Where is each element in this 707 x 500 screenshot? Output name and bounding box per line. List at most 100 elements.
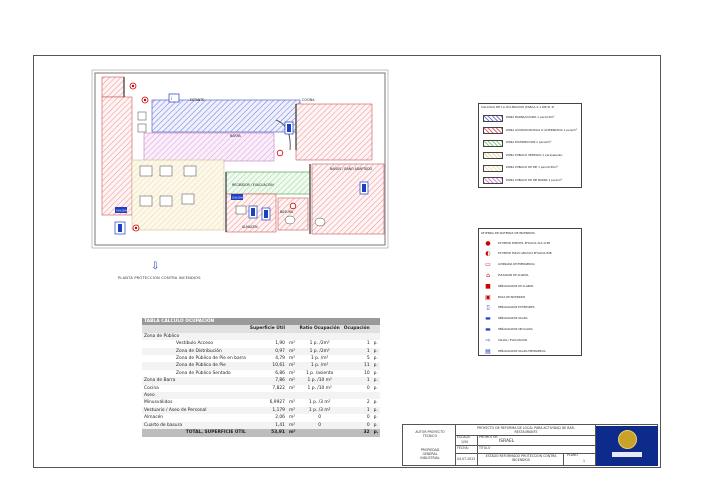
table-cell-ratio: 1 p. /m² bbox=[310, 356, 329, 362]
table-row: Cocina 7,822 m² 1 p. /10 m² 0 p. bbox=[142, 385, 380, 392]
table-cell-unit: m² bbox=[286, 377, 298, 385]
table-cell-ratio: 0 bbox=[297, 421, 342, 430]
table-cell-name: Aseo bbox=[142, 392, 248, 400]
table-cell-ratio: 1 p. /asiento bbox=[305, 370, 334, 376]
table-cell-ratio bbox=[297, 392, 342, 400]
table-cell-ocu bbox=[341, 332, 372, 341]
table-cell-unit bbox=[286, 332, 298, 341]
table-cell-p bbox=[371, 392, 381, 400]
symbol-legend-text: SEÑALIZACION EXTINTORES bbox=[498, 306, 535, 310]
table-cell-unit: m² bbox=[288, 385, 296, 391]
table-row: Minusválidos 6,9927 m² 1 p. /3 m² 2 p. bbox=[142, 399, 380, 406]
col-header: Ratio Ocupación bbox=[297, 325, 342, 333]
label-basura: BASURA bbox=[280, 210, 293, 214]
zone-swatch bbox=[483, 152, 503, 159]
table-cell-ocu: 0 bbox=[366, 415, 370, 421]
zone-bar-public bbox=[143, 132, 275, 162]
emergency-light-icon: ▭ bbox=[485, 261, 491, 269]
table-row: Vestuario / Aseo de Personal 1,179 m² 1 p. … bbox=[142, 406, 381, 415]
occupancy-table: TABLA CÁLCULO OCUPACIÓN Superficie Útil … bbox=[142, 318, 381, 437]
zone-swatch bbox=[483, 177, 503, 184]
total-unit: m² bbox=[286, 429, 298, 437]
titulo-label: TITULO bbox=[479, 446, 491, 450]
svg-text:i: i bbox=[171, 96, 172, 101]
table-cell-name: Vestíbulo Acceso bbox=[176, 341, 213, 347]
titulo-value: ESTADO REFORMADO PROTECCION CONTRA INCEN… bbox=[485, 454, 557, 462]
symbol-legend-item: ● EXTINTOR PORTATIL EFICACIA 21A-113B bbox=[483, 238, 578, 248]
symbol-legend-text: BOCA DE INCENDIOS bbox=[498, 295, 526, 299]
fire-hose-icon: ▣ bbox=[485, 293, 491, 301]
symbol-legend-item: ▣ BOCA DE INCENDIOS bbox=[483, 292, 578, 302]
zone-legend-item: ZONA PUBLICO DE PIE BARRA 1 pers/m² bbox=[483, 176, 578, 186]
symbol-legend-item: ■ SEÑALIZACION DE ALARMA bbox=[483, 281, 578, 291]
project-title: PROYECTO DE REFORMA DE LOCAL PARA ACTIVI… bbox=[477, 426, 575, 434]
table-cell-p: p. bbox=[373, 356, 378, 362]
table-body: Zona de Público Vestíbulo Acceso 1,90 m² 1 p… bbox=[142, 332, 381, 430]
label-estante: ESTANTE bbox=[190, 98, 205, 102]
table-cell-sup: 4,79 bbox=[275, 356, 285, 362]
table-cell-ocu: 2 bbox=[366, 400, 370, 406]
total-sup: 53,91 bbox=[247, 429, 287, 437]
zone-bar bbox=[151, 99, 301, 133]
logo-strip bbox=[612, 452, 642, 457]
symbol-legend-text: SALIDA / EVACUACION bbox=[498, 338, 527, 342]
col-header bbox=[371, 325, 381, 333]
fire-extinguisher-icon: ● bbox=[485, 239, 491, 247]
fecha-value: 04.07.2022 bbox=[457, 457, 476, 461]
label-barra: BARRA bbox=[230, 134, 241, 138]
symbol-legend-text: SEÑALIZACION SALIDA EMERGENCIA bbox=[498, 349, 546, 353]
table-cell-p: p. bbox=[371, 421, 381, 430]
table-cell-p: p. bbox=[371, 362, 381, 370]
emergency-exit-icon: i bbox=[168, 93, 180, 103]
table-row: Zona de Barra 7,86 m² 1 p. /10 m² 1 p. bbox=[142, 377, 381, 385]
table-row: Vestíbulo Acceso 1,90 m² 1 p. /2m² 1 p. bbox=[142, 340, 380, 347]
table-cell-name: Zona de Público Sentado bbox=[176, 370, 231, 376]
table-cell-unit bbox=[286, 392, 298, 400]
promotor-label: PROMOTOR bbox=[479, 435, 498, 439]
owner-label: PROPIEDAD GENERAL INDUSTRIAL bbox=[420, 448, 440, 460]
table-cell-unit: m² bbox=[286, 421, 298, 430]
table-cell-sup: 1,41 bbox=[247, 421, 287, 430]
table-cell-sup: 1,179 bbox=[247, 406, 287, 415]
salida-icon: SALIDA bbox=[115, 207, 128, 213]
label-almacen: ALMACEN bbox=[242, 225, 258, 229]
symbol-legend-item: ▬ SEÑALIZACION SIN SALIDA bbox=[483, 324, 578, 334]
table-cell-p: p. bbox=[371, 347, 381, 356]
table-cell-unit: m² bbox=[286, 347, 298, 356]
table-cell-sup: 6,86 bbox=[275, 370, 285, 376]
table-row: Zona de Distribución 0,97 m² 1 p. /2m² 1 p. bbox=[142, 347, 381, 356]
institution-logo bbox=[596, 426, 658, 466]
table-cell-sup: 10,61 bbox=[247, 362, 287, 370]
siren-icon: ■ bbox=[485, 282, 491, 290]
zone-swatch bbox=[483, 139, 503, 147]
table-row: Zona de Público Sentado 6,86 m² 1 p. /asien… bbox=[142, 370, 380, 377]
table-cell-ratio: 1 p. /3 m² bbox=[308, 400, 331, 406]
table-row: Almacén 2,06 m² 0 0 p. bbox=[142, 414, 380, 421]
table-cell-p: p. bbox=[373, 385, 378, 391]
fire-extinguisher-icon bbox=[289, 202, 297, 210]
symbol-legend-text: SEÑALIZACION SALIDA bbox=[498, 317, 528, 321]
zone-legend-item: ZONA OCUPACION NULA O ALTERNATIVA 1 pers… bbox=[483, 126, 578, 136]
fire-extinguisher-icon bbox=[129, 82, 137, 90]
table-cell-sup bbox=[247, 392, 287, 400]
symbol-legend-text: PULSADOR DE ALARMA bbox=[498, 273, 529, 277]
zone-swatch bbox=[483, 164, 503, 172]
col-header: Ocupación bbox=[341, 325, 372, 333]
table-cell-name: Minusválidos bbox=[144, 400, 173, 406]
table-cell-ocu: 1 bbox=[341, 406, 372, 415]
table-cell-name: Cocina bbox=[144, 385, 159, 391]
table-cell-unit: m² bbox=[288, 400, 296, 406]
promotor-value: ISRAEL bbox=[499, 439, 515, 444]
table-cell-name: Zona de Distribución bbox=[142, 347, 248, 356]
total-ocu: 32 bbox=[341, 429, 372, 437]
table-row: Zona de Público bbox=[142, 332, 381, 341]
table-cell-p: p. bbox=[373, 341, 378, 347]
escala-value: 1/50 bbox=[461, 440, 469, 444]
table-cell-ocu: 1 bbox=[341, 347, 372, 356]
symbol-legend-item: ⇨ SALIDA / EVACUACION bbox=[483, 335, 578, 345]
zone-swatch bbox=[483, 127, 503, 134]
zone-kitchen bbox=[295, 103, 373, 161]
zone-legend-text: ZONA PUBLICO DE PIE BARRA 1 pers/m² bbox=[506, 177, 563, 182]
alarm-icon: ⌂ bbox=[486, 271, 490, 279]
symbol-legend-item: ▬ SEÑALIZACION SALIDA bbox=[483, 314, 578, 324]
